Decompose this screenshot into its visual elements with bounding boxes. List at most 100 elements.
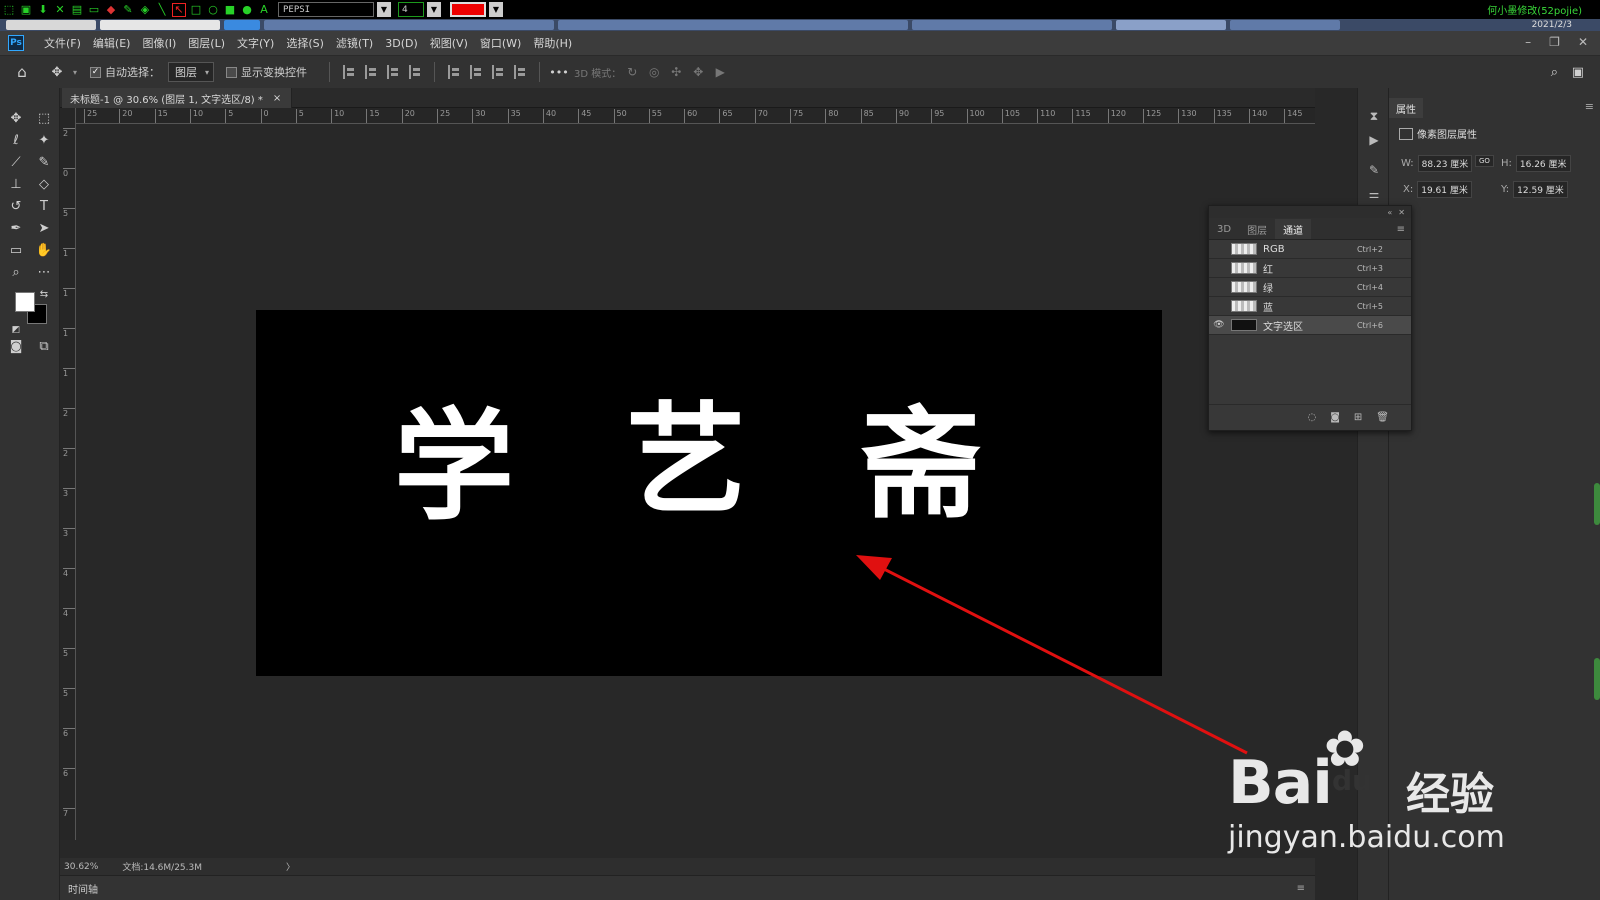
restore-icon[interactable]: ❐ [1549,35,1560,49]
channel-row-rgb[interactable]: RGB Ctrl+2 [1209,240,1411,259]
visibility-off-icon[interactable] [1213,281,1225,293]
align-top-icon[interactable] [448,65,460,79]
close-tab-icon[interactable]: × [273,93,281,104]
new-channel-icon[interactable]: ⊞ [1354,412,1362,423]
menu-image[interactable]: 图像(I) [136,35,182,51]
history-brush-icon[interactable]: ↺ [6,196,26,216]
brush-panel-icon[interactable]: ✎ [1366,162,1382,178]
menu-file[interactable]: 文件(F) [38,35,87,51]
status-more-icon[interactable]: 〉 [286,860,295,873]
zoom-level[interactable]: 30.62% [64,862,98,872]
visibility-off-icon[interactable] [1213,243,1225,255]
save-selection-icon[interactable]: ◙ [1330,412,1340,423]
channel-row-red[interactable]: 红 Ctrl+3 [1209,259,1411,278]
actions-panel-icon[interactable]: ▶ [1366,132,1382,148]
filled-ellipse-tool-icon[interactable]: ● [240,3,254,17]
scrollbar-thumb[interactable] [1594,483,1600,525]
more-options-icon[interactable]: ••• [548,62,570,82]
auto-select-checkbox[interactable]: ✓ 自动选择： [90,62,160,82]
align-vcenter-icon[interactable] [470,65,482,79]
pen-icon[interactable]: ✎ [121,3,135,17]
auto-select-dropdown[interactable]: 图层 ▾ [168,62,214,82]
menu-select[interactable]: 选择(S) [280,35,330,51]
distribute-h-icon[interactable] [409,65,421,79]
channel-row-green[interactable]: 绿 Ctrl+4 [1209,278,1411,297]
taskbar-button[interactable] [1116,20,1226,30]
properties-tab[interactable]: 属性 [1389,98,1423,118]
fill-icon[interactable]: ◈ [138,3,152,17]
lasso-tool-icon[interactable]: ℓ [6,130,26,150]
taskbar-button[interactable] [1230,20,1340,30]
eyedropper-icon[interactable]: ⟋ [6,152,26,172]
zoom-tool-icon[interactable]: ⌕ [6,262,26,282]
taskbar-button[interactable] [224,20,260,30]
disk-icon[interactable]: ▤ [70,3,84,17]
move-tool-icon[interactable]: ✥ [44,62,70,82]
tab-3d[interactable]: 3D [1209,219,1239,239]
save-icon[interactable]: ▣ [19,3,33,17]
line-icon[interactable]: ╲ [155,3,169,17]
minimize-icon[interactable]: – [1525,35,1531,49]
ellipse-tool-icon[interactable]: ○ [206,3,220,17]
foreground-color-swatch[interactable] [15,292,35,312]
distribute-v-icon[interactable] [514,65,526,79]
menu-view[interactable]: 视图(V) [424,35,474,51]
shape-tool-icon[interactable]: ▭ [6,240,26,260]
quick-mask-icon[interactable]: ◙ [6,336,26,356]
size-select[interactable]: 4 [398,2,424,17]
color-select[interactable] [450,2,486,17]
workspace-icon[interactable]: ▣ [1572,62,1584,82]
menu-filter[interactable]: 滤镜(T) [330,35,379,51]
eraser-tool-icon[interactable]: ◇ [34,174,54,194]
visibility-off-icon[interactable] [1213,262,1225,274]
folder-icon[interactable]: ▭ [87,3,101,17]
link-dimensions-icon[interactable]: GO [1475,155,1494,167]
visibility-off-icon[interactable] [1213,300,1225,312]
rect-tool-icon[interactable]: □ [189,3,203,17]
swap-colors-icon[interactable]: ⇆ [34,284,54,304]
chevron-down-icon[interactable]: ▾ [70,62,80,82]
adjustments-panel-icon[interactable]: ⚌ [1366,186,1382,202]
font-dropdown-icon[interactable]: ▼ [377,2,391,17]
menu-3d[interactable]: 3D(D) [379,37,424,50]
x-field[interactable]: 19.61 厘米 [1417,181,1472,198]
history-panel-icon[interactable]: ⧗ [1366,108,1382,124]
download-icon[interactable]: ⬇ [36,3,50,17]
eye-icon[interactable]: 👁 [1213,319,1225,331]
size-dropdown-icon[interactable]: ▼ [427,2,441,17]
close-panel-icon[interactable]: ✕ [1398,208,1405,217]
menu-help[interactable]: 帮助(H) [527,35,578,51]
move-tool-icon[interactable]: ✥ [6,108,26,128]
y-field[interactable]: 12.59 厘米 [1513,181,1568,198]
document-canvas[interactable]: 学 艺 斋 [256,310,1162,676]
text-tool-icon[interactable]: A [257,3,271,17]
align-bottom-icon[interactable] [492,65,504,79]
panel-menu-icon[interactable]: ≡ [1397,224,1405,235]
taskbar-button[interactable] [100,20,220,30]
home-icon[interactable]: ⌂ [0,62,44,82]
pen-tool-icon[interactable]: ✒ [6,218,26,238]
color-dropdown-icon[interactable]: ▼ [489,2,503,17]
screen-mode-icon[interactable]: ⧉ [34,336,54,356]
more-tools-icon[interactable]: ⋯ [34,262,54,282]
tab-layers[interactable]: 图层 [1239,219,1275,239]
timeline-tab[interactable]: 时间轴 [68,881,98,896]
eraser-icon[interactable]: ◆ [104,3,118,17]
panel-titlebar[interactable]: « ✕ [1209,206,1411,218]
cursor-tool-icon[interactable]: ⬚ [2,3,16,17]
align-right-icon[interactable] [387,65,399,79]
arrow-tool-icon[interactable]: ↖ [172,2,186,17]
filled-rect-tool-icon[interactable]: ■ [223,3,237,17]
panel-menu-icon[interactable]: ≡ [1297,883,1305,894]
hand-tool-icon[interactable]: ✋ [34,240,54,260]
align-hcenter-icon[interactable] [365,65,377,79]
scrollbar-thumb[interactable] [1594,658,1600,700]
font-select[interactable]: PEPSI [278,2,374,17]
taskbar-button[interactable] [264,20,554,30]
path-select-icon[interactable]: ➤ [34,218,54,238]
stamp-tool-icon[interactable]: ⊥ [6,174,26,194]
menu-edit[interactable]: 编辑(E) [87,35,137,51]
magic-wand-icon[interactable]: ✦ [34,130,54,150]
close-window-icon[interactable]: ✕ [1578,35,1588,49]
menu-type[interactable]: 文字(Y) [231,35,280,51]
